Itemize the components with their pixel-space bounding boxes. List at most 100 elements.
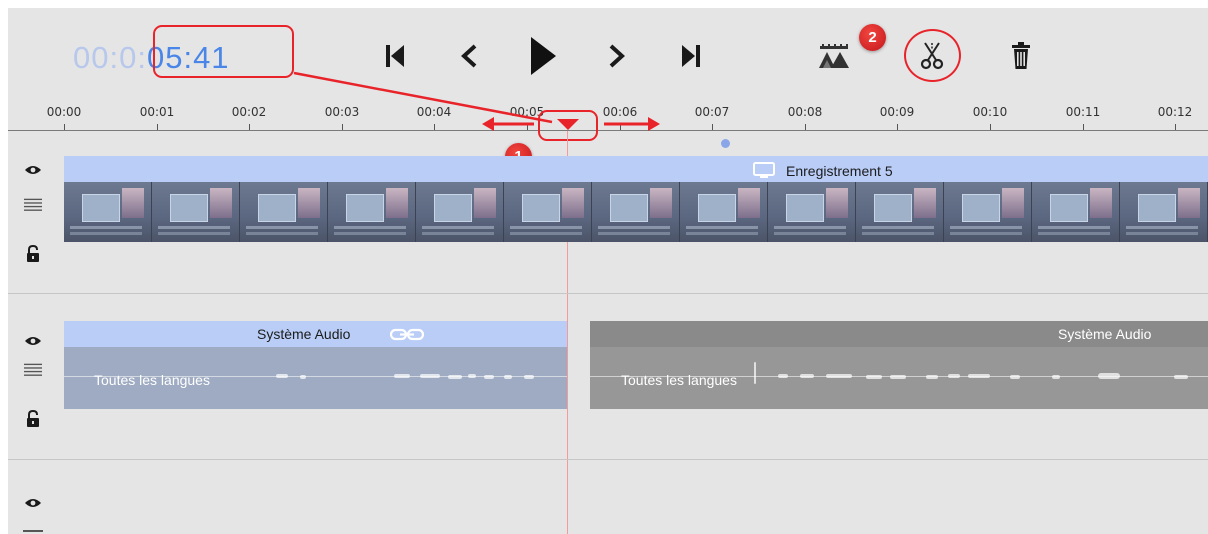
waveform-peak xyxy=(866,375,882,379)
video-thumbnail-frame xyxy=(1120,182,1208,242)
thumbnail-text-lines xyxy=(246,226,318,229)
audio-clip-b-title: Système Audio xyxy=(1058,326,1152,342)
waveform-peak xyxy=(1098,373,1120,379)
waveform-peak xyxy=(276,374,288,378)
waveform-peak xyxy=(504,375,512,379)
track-3-handle[interactable] xyxy=(23,530,43,532)
video-track-handle[interactable] xyxy=(24,198,42,212)
video-thumbnail-frame xyxy=(152,182,240,242)
thumbnail-text-lines xyxy=(158,226,230,229)
thumbnail-window xyxy=(346,194,384,222)
drag-handle-icon xyxy=(24,198,42,211)
waveform-peak xyxy=(968,374,990,378)
thumbnail-photo xyxy=(826,188,848,218)
waveform-peak xyxy=(1174,375,1188,379)
audio-clip-a-language: Toutes les langues xyxy=(94,372,210,388)
track-divider xyxy=(8,459,1208,460)
screen-recording-icon xyxy=(753,162,775,178)
video-thumbnail-frame xyxy=(64,182,152,242)
waveform-peak xyxy=(394,374,410,378)
thumbnail-window xyxy=(522,194,560,222)
thumbnail-photo xyxy=(298,188,320,218)
thumbnail-photo xyxy=(1178,188,1200,218)
link-icon[interactable] xyxy=(390,328,424,341)
audio-track-handle[interactable] xyxy=(24,363,42,377)
thumbnail-text-lines xyxy=(70,226,142,229)
timeline-editor: 00:0:05:41 2 00:00 00:01 00:02 00:03 00:… xyxy=(8,8,1208,534)
audio-track-lock-toggle[interactable] xyxy=(24,410,42,428)
unlocked-padlock-icon xyxy=(27,245,39,262)
unlocked-padlock-icon xyxy=(27,410,39,427)
waveform-peak xyxy=(826,374,852,378)
waveform-peak xyxy=(300,375,306,379)
waveform-peak xyxy=(926,375,938,379)
thumbnail-window xyxy=(1050,194,1088,222)
waveform-peak xyxy=(778,374,788,378)
video-thumbnail-frame xyxy=(680,182,768,242)
video-thumbnail-frame xyxy=(856,182,944,242)
thumbnail-text-lines xyxy=(950,226,1022,229)
track-3-visibility-toggle[interactable] xyxy=(24,496,42,510)
thumbnail-window xyxy=(786,194,824,222)
thumbnail-window xyxy=(1138,194,1176,222)
playhead-handle[interactable] xyxy=(556,118,580,132)
video-thumbnail-frame xyxy=(328,182,416,242)
video-thumbnail-frame xyxy=(1032,182,1120,242)
thumbnail-window xyxy=(962,194,1000,222)
thumbnail-photo xyxy=(386,188,408,218)
video-thumbnail-frame xyxy=(240,182,328,242)
thumbnail-photo xyxy=(1090,188,1112,218)
thumbnail-text-lines xyxy=(598,226,670,229)
thumbnail-text-lines xyxy=(510,226,582,229)
track-divider xyxy=(8,293,1208,294)
thumbnail-photo xyxy=(562,188,584,218)
video-thumbnail-strip[interactable] xyxy=(64,182,1208,242)
drag-handle-icon xyxy=(24,363,42,376)
thumbnail-photo xyxy=(738,188,760,218)
thumbnail-text-lines xyxy=(686,226,758,229)
thumbnail-window xyxy=(434,194,472,222)
waveform-peak xyxy=(754,362,756,384)
video-clip-title: Enregistrement 5 xyxy=(786,163,893,179)
thumbnail-text-lines xyxy=(1038,226,1110,229)
audio-clip-a-title: Système Audio xyxy=(257,326,351,342)
video-thumbnail-frame xyxy=(504,182,592,242)
eye-icon xyxy=(25,499,41,507)
thumbnail-window xyxy=(82,194,120,222)
thumbnail-text-lines xyxy=(774,226,846,229)
thumbnail-text-lines xyxy=(334,226,406,229)
thumbnail-photo xyxy=(210,188,232,218)
timecode-connector-line xyxy=(293,71,660,131)
audio-clip-b-language: Toutes les langues xyxy=(621,372,737,388)
video-track-visibility-toggle[interactable] xyxy=(24,163,42,177)
thumbnail-window xyxy=(610,194,648,222)
video-thumbnail-frame xyxy=(944,182,1032,242)
video-track-lock-toggle[interactable] xyxy=(24,245,42,263)
thumbnail-photo xyxy=(1002,188,1024,218)
thumbnail-photo xyxy=(122,188,144,218)
waveform-peak xyxy=(420,374,440,378)
video-clip-header[interactable] xyxy=(64,156,1208,182)
thumbnail-window xyxy=(170,194,208,222)
thumbnail-photo xyxy=(650,188,672,218)
waveform-peak xyxy=(484,375,494,379)
thumbnail-window xyxy=(874,194,912,222)
waveform-peak xyxy=(1052,375,1060,379)
eye-icon xyxy=(25,166,41,174)
thumbnail-text-lines xyxy=(422,226,494,229)
video-thumbnail-frame xyxy=(592,182,680,242)
waveform-peak xyxy=(468,374,476,378)
eye-icon xyxy=(25,337,41,345)
thumbnail-photo xyxy=(914,188,936,218)
audio-track-visibility-toggle[interactable] xyxy=(24,334,42,348)
waveform-peak xyxy=(1010,375,1020,379)
thumbnail-text-lines xyxy=(1126,226,1198,229)
timeline-marker[interactable] xyxy=(721,139,730,148)
waveform-peak xyxy=(524,375,534,379)
thumbnail-text-lines xyxy=(862,226,934,229)
video-thumbnail-frame xyxy=(416,182,504,242)
thumbnail-photo xyxy=(474,188,496,218)
waveform-peak xyxy=(448,375,462,379)
thumbnail-window xyxy=(258,194,296,222)
waveform-peak xyxy=(948,374,960,378)
